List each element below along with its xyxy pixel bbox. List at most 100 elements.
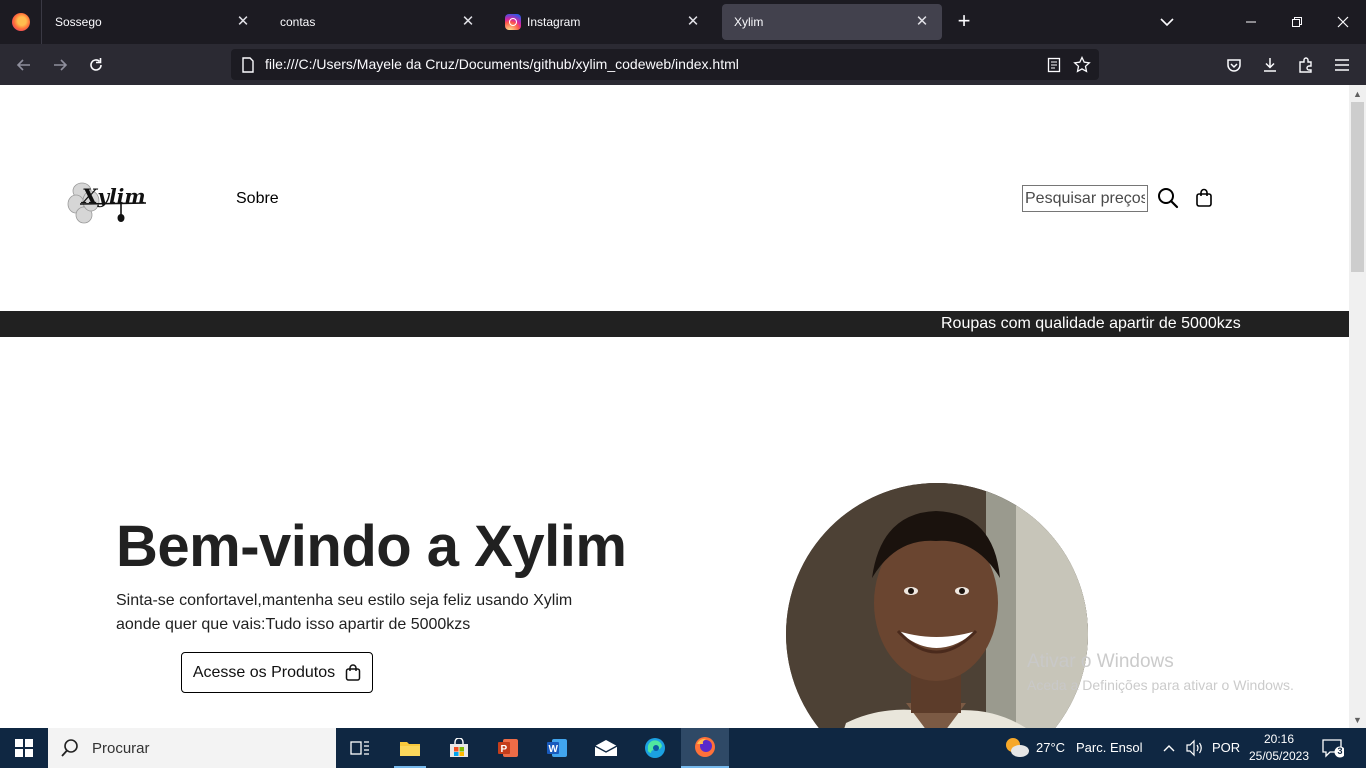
- url-bar[interactable]: file:///C:/Users/Mayele da Cruz/Document…: [231, 49, 1099, 80]
- taskbar-app-firefox[interactable]: [681, 728, 729, 768]
- reload-icon: [90, 58, 102, 71]
- weather-description[interactable]: Parc. Ensol: [1076, 740, 1142, 755]
- puzzle-icon: [1299, 57, 1312, 73]
- shopping-bag-icon[interactable]: [1195, 188, 1213, 208]
- minimize-icon: [1246, 21, 1256, 23]
- speaker-icon[interactable]: [1185, 739, 1205, 762]
- back-button[interactable]: [10, 52, 38, 78]
- restore-button[interactable]: [1274, 0, 1320, 44]
- store-icon: [450, 738, 468, 757]
- mail-icon: [594, 740, 618, 756]
- weather-icon[interactable]: [1004, 736, 1030, 765]
- tab-label: contas: [280, 15, 316, 29]
- price-search-input[interactable]: [1022, 185, 1148, 212]
- promo-text: Roupas com qualidade apartir de 5000kzs: [941, 315, 1241, 332]
- reader-view-icon[interactable]: [1045, 56, 1063, 74]
- page-icon: [239, 56, 257, 74]
- browser-tab-bar: Sossego ✕ contas ✕ Instagram ✕ Xylim ✕ +: [0, 0, 1366, 44]
- clock-time: 20:16: [1263, 732, 1295, 746]
- edge-icon: [645, 738, 665, 758]
- nav-link-sobre[interactable]: Sobre: [236, 190, 279, 208]
- windows-logo-icon: [15, 739, 33, 757]
- taskbar-app-mail[interactable]: [582, 728, 630, 768]
- word-icon: W: [547, 739, 567, 757]
- task-view-icon: [350, 741, 369, 755]
- tab-xylim[interactable]: Xylim ✕: [722, 4, 942, 40]
- chevron-up-icon[interactable]: [1161, 740, 1177, 761]
- hero-description: Sinta-se confortavel,mantenha seu estilo…: [116, 592, 573, 633]
- input-language[interactable]: POR: [1212, 740, 1240, 755]
- chevron-down-icon: [1160, 18, 1174, 27]
- arrow-left-icon: [16, 59, 30, 71]
- url-text[interactable]: file:///C:/Users/Mayele da Cruz/Document…: [265, 56, 739, 72]
- restore-icon: [1292, 17, 1302, 27]
- tab-label: Xylim: [734, 15, 764, 29]
- logo-text: Xylim: [80, 184, 146, 208]
- downloads-button[interactable]: [1256, 52, 1284, 78]
- tab-label: Instagram: [527, 15, 581, 29]
- start-button[interactable]: [0, 728, 48, 768]
- shopping-bag-icon: [345, 663, 361, 681]
- page-scrollbar[interactable]: ▲ ▼: [1349, 85, 1366, 728]
- minimize-button[interactable]: [1228, 0, 1274, 44]
- extensions-button[interactable]: [1292, 52, 1320, 78]
- access-products-button[interactable]: Acesse os Produtos: [181, 652, 373, 693]
- windows-activation-watermark: Ativar o Windows Aceda a Definições para…: [1027, 651, 1294, 693]
- windows-taskbar: Procurar P W 27°C Parc. Ensol POR 20:16 …: [0, 728, 1366, 768]
- instagram-icon: [505, 14, 521, 30]
- taskbar-app-store[interactable]: [435, 728, 483, 768]
- taskbar-app-word[interactable]: W: [533, 728, 581, 768]
- firefox-menu-button[interactable]: [0, 0, 42, 44]
- firefox-icon: [11, 13, 30, 31]
- notifications-button[interactable]: 3: [1322, 738, 1346, 758]
- firefox-icon: [695, 737, 715, 757]
- app-menu-button[interactable]: [1328, 52, 1356, 78]
- system-clock[interactable]: 20:16 25/05/2023: [1244, 731, 1314, 765]
- new-tab-button[interactable]: +: [952, 10, 976, 34]
- arrow-right-icon: [54, 59, 68, 71]
- page-viewport: Xylim Sobre Roupas com qualidade apartir…: [0, 85, 1349, 728]
- tab-sossego[interactable]: Sossego ✕: [43, 4, 263, 40]
- close-icon[interactable]: ✕: [460, 14, 476, 30]
- weather-temperature[interactable]: 27°C: [1036, 740, 1065, 755]
- scroll-down-icon[interactable]: ▼: [1349, 711, 1366, 728]
- close-icon[interactable]: ✕: [914, 14, 930, 30]
- search-icon: [61, 739, 78, 757]
- svg-text:W: W: [549, 744, 559, 755]
- pocket-icon: [1227, 59, 1241, 72]
- close-icon[interactable]: ✕: [685, 14, 701, 30]
- hamburger-icon: [1335, 59, 1349, 71]
- forward-button[interactable]: [46, 52, 74, 78]
- task-view-button[interactable]: [336, 728, 384, 768]
- close-icon: [1337, 16, 1349, 28]
- tab-label: Sossego: [55, 15, 102, 29]
- tab-contas[interactable]: contas ✕: [268, 4, 488, 40]
- notification-count: 3: [1337, 746, 1343, 756]
- taskbar-search-placeholder: Procurar: [92, 739, 150, 757]
- search-icon[interactable]: [1157, 187, 1179, 209]
- folder-icon: [400, 742, 420, 756]
- scroll-up-icon[interactable]: ▲: [1349, 85, 1366, 102]
- taskbar-app-edge[interactable]: [631, 728, 679, 768]
- close-icon[interactable]: ✕: [235, 14, 251, 30]
- watermark-title: Ativar o Windows: [1027, 651, 1174, 672]
- list-all-tabs-button[interactable]: [1156, 12, 1178, 32]
- taskbar-app-file-explorer[interactable]: [386, 728, 434, 768]
- clock-date: 25/05/2023: [1248, 749, 1310, 763]
- watermark-subtitle: Aceda a Definições para ativar o Windows…: [1027, 677, 1294, 693]
- bookmark-star-icon[interactable]: [1073, 56, 1091, 74]
- scroll-thumb[interactable]: [1351, 102, 1364, 272]
- taskbar-app-powerpoint[interactable]: P: [484, 728, 532, 768]
- cta-label: Acesse os Produtos: [192, 663, 336, 681]
- hero-title: Bem-vindo a Xylim: [116, 514, 627, 579]
- close-window-button[interactable]: [1320, 0, 1366, 44]
- promo-banner: Roupas com qualidade apartir de 5000kzs: [0, 311, 1349, 337]
- tab-instagram[interactable]: Instagram ✕: [493, 4, 713, 40]
- reload-button[interactable]: [82, 52, 110, 78]
- pocket-button[interactable]: [1220, 52, 1248, 78]
- download-icon: [1264, 58, 1276, 72]
- taskbar-search-box[interactable]: Procurar: [48, 728, 336, 768]
- powerpoint-icon: P: [498, 739, 518, 757]
- svg-text:P: P: [501, 744, 508, 755]
- xylim-logo[interactable]: Xylim: [66, 177, 150, 227]
